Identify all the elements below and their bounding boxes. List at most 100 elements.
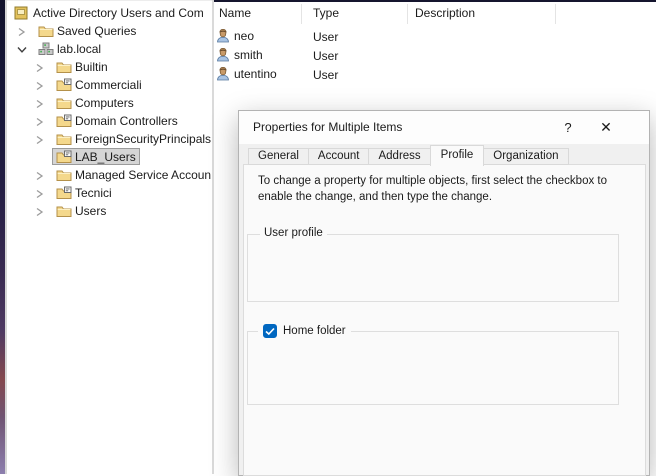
folder-icon (56, 168, 72, 182)
home-folder-group: Home folder (247, 331, 619, 405)
tree-item-box[interactable]: Builtin (52, 58, 112, 75)
tree-item-box[interactable]: Saved Queries (34, 22, 140, 39)
root-icon (14, 6, 30, 20)
user-cell: neo (216, 29, 254, 43)
tab-account[interactable]: Account (308, 148, 370, 165)
ou-folder-icon (56, 186, 72, 200)
ou-folder-icon (56, 114, 72, 128)
folder-icon (56, 96, 72, 110)
user-name: smith (234, 48, 263, 62)
tree-item-box[interactable]: ForeignSecurityPrincipals (52, 130, 212, 147)
folder-icon (56, 60, 72, 74)
user-type: User (313, 68, 338, 82)
dialog-title: Properties for Multiple Items (253, 120, 402, 134)
column-header-description[interactable]: Description (415, 6, 475, 20)
user-name: neo (234, 29, 254, 43)
help-button[interactable]: ? (557, 117, 579, 138)
folder-icon (38, 24, 54, 38)
tree-item-active-directory-users-and-com[interactable]: Active Directory Users and Com (7, 4, 212, 22)
tree-item-box[interactable]: Active Directory Users and Com (10, 4, 208, 21)
tree-item-lab-local[interactable]: lab.local (7, 40, 212, 58)
chevron-right-icon[interactable] (35, 62, 47, 73)
tree-item-label: ForeignSecurityPrincipals (75, 132, 211, 146)
user-type: User (313, 49, 338, 63)
chevron-down-icon[interactable] (17, 44, 29, 55)
tree-item-domain-controllers[interactable]: Domain Controllers (7, 112, 212, 130)
tree-item-box[interactable]: Domain Controllers (52, 112, 182, 129)
dialog-tabs: GeneralAccountAddressProfileOrganization (248, 144, 569, 165)
user-icon (216, 67, 230, 81)
user-row-utentino[interactable]: utentino User (214, 67, 514, 85)
dialog-titlebar: Properties for Multiple Items ? ✕ (239, 111, 649, 144)
tree-item-box[interactable]: lab.local (34, 40, 105, 57)
tree-item-builtin[interactable]: Builtin (7, 58, 212, 76)
tree-item-computers[interactable]: Computers (7, 94, 212, 112)
chevron-right-icon[interactable] (35, 98, 47, 109)
tree-item-lab-users[interactable]: LAB_Users (7, 148, 212, 166)
user-row-neo[interactable]: neo User (214, 29, 514, 47)
top-dark-strip (214, 0, 656, 2)
user-icon (216, 48, 230, 62)
tree-item-label: Commerciali (75, 78, 142, 92)
home-folder-group-header: Home folder (258, 324, 351, 338)
close-icon[interactable]: ✕ (595, 117, 617, 138)
tree-item-box[interactable]: Users (52, 202, 110, 219)
folder-icon (56, 132, 72, 146)
home-folder-checkbox[interactable] (263, 324, 277, 338)
tree-item-tecnici[interactable]: Tecnici (7, 184, 212, 202)
user-name: utentino (234, 67, 277, 81)
chevron-right-icon[interactable] (35, 134, 47, 145)
check-icon (265, 327, 275, 336)
tree-item-box[interactable]: Tecnici (52, 184, 116, 201)
tree-item-label: LAB_Users (75, 150, 136, 164)
chevron-right-icon[interactable] (35, 170, 47, 181)
folder-icon (56, 204, 72, 218)
tree-item-label: lab.local (57, 42, 101, 56)
ou-folder-icon (56, 150, 72, 164)
tab-organization[interactable]: Organization (483, 148, 568, 165)
tree-item-label: Users (75, 204, 106, 218)
aduc-screen: { "colors": { "accent": "#0067c0", "sele… (0, 0, 656, 474)
user-cell: smith (216, 48, 263, 62)
tree-item-saved-queries[interactable]: Saved Queries (7, 22, 212, 40)
tree-item-label: Tecnici (75, 186, 112, 200)
column-header-name[interactable]: Name (219, 6, 251, 20)
user-profile-group-title: User profile (260, 227, 327, 239)
user-cell: utentino (216, 67, 277, 81)
tree-item-foreignsecurityprincipals[interactable]: ForeignSecurityPrincipals (7, 130, 212, 148)
ou-folder-icon (56, 78, 72, 92)
domain-icon (38, 42, 54, 56)
tree-item-label: Builtin (75, 60, 108, 74)
tree-item-managed-service-accoun[interactable]: Managed Service Accoun (7, 166, 212, 184)
chevron-right-icon[interactable] (35, 188, 47, 199)
user-icon (216, 29, 230, 43)
tab-profile[interactable]: Profile (430, 145, 485, 166)
tree-item-box[interactable]: Managed Service Accoun (52, 166, 212, 183)
tree-item-selected-box[interactable]: LAB_Users (52, 148, 140, 165)
tree-item-label: Saved Queries (57, 24, 136, 38)
tree-item-box[interactable]: Commerciali (52, 76, 146, 93)
chevron-right-icon[interactable] (35, 116, 47, 127)
column-header-type[interactable]: Type (313, 6, 339, 20)
home-folder-label: Home folder (283, 325, 346, 337)
tree-item-users[interactable]: Users (7, 202, 212, 220)
tree-item-box[interactable]: Computers (52, 94, 138, 111)
column-separator[interactable] (301, 4, 302, 24)
tab-address[interactable]: Address (368, 148, 430, 165)
user-profile-group: User profile (247, 234, 619, 302)
user-row-smith[interactable]: smith User (214, 48, 514, 66)
tree-item-label: Computers (75, 96, 134, 110)
instruction-text: To change a property for multiple object… (258, 174, 642, 205)
tab-general[interactable]: General (248, 148, 309, 165)
chevron-right-icon[interactable] (17, 26, 29, 37)
tree-item-commerciali[interactable]: Commerciali (7, 76, 212, 94)
profile-tab-page (243, 164, 646, 476)
user-type: User (313, 30, 338, 44)
column-separator[interactable] (555, 4, 556, 24)
column-separator[interactable] (407, 4, 408, 24)
chevron-right-icon[interactable] (35, 80, 47, 91)
chevron-right-icon[interactable] (35, 206, 47, 217)
console-tree: Active Directory Users and Com Saved Quer… (7, 0, 212, 474)
tree-item-label: Managed Service Accoun (75, 168, 211, 182)
properties-dialog: Properties for Multiple Items ? ✕ Genera… (238, 110, 650, 476)
